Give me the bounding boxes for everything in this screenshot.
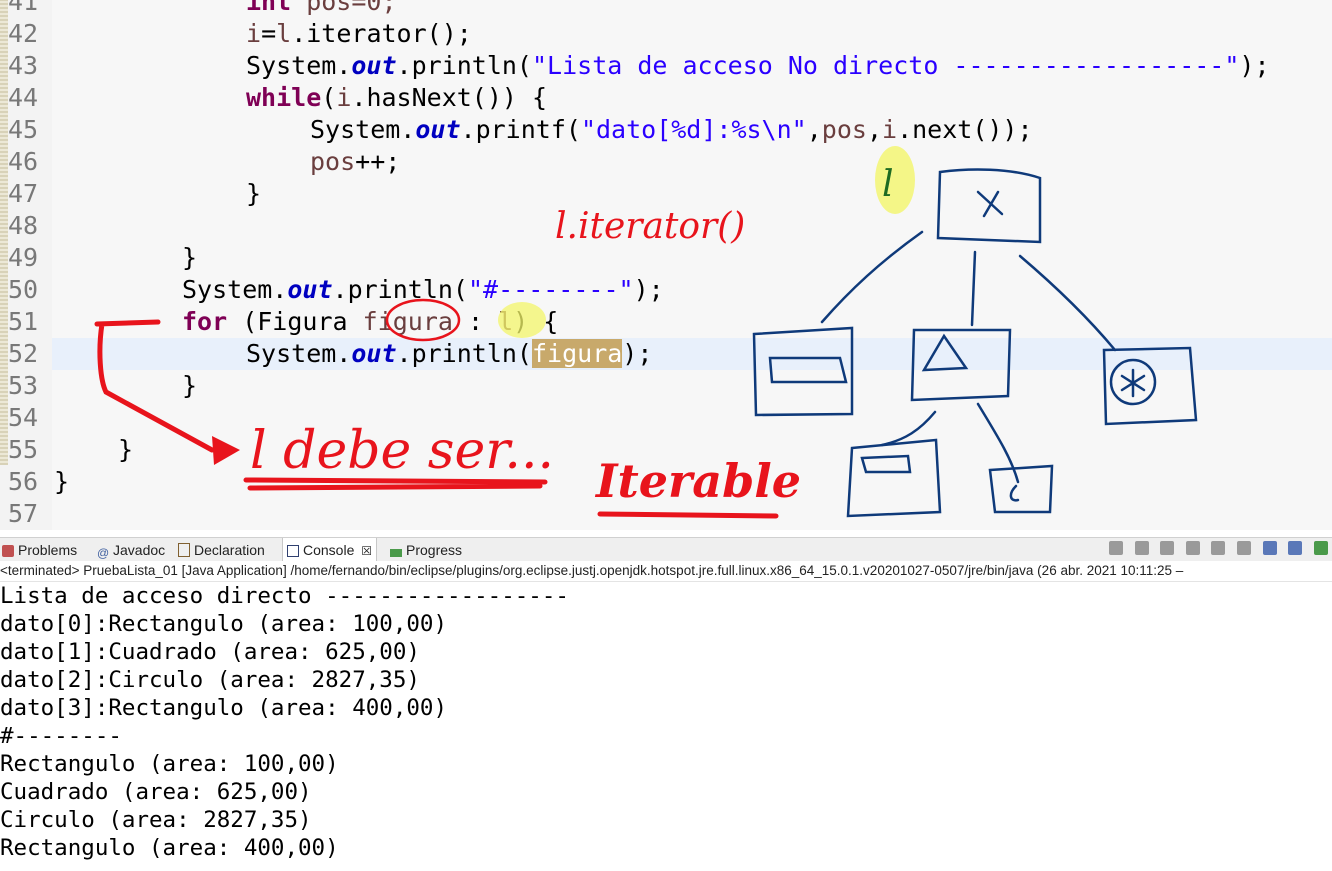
console-icon: [287, 545, 299, 557]
remove-launch-icon[interactable]: [1134, 541, 1149, 555]
code-line-55: }: [118, 435, 134, 464]
console-line: Rectangulo (area: 100,00): [0, 751, 339, 777]
tab-console[interactable]: Console ☒: [282, 538, 378, 562]
line-number: 43: [8, 51, 39, 80]
red-underline-iterable: [597, 511, 779, 519]
tab-problems[interactable]: Problems: [2, 538, 77, 562]
line-number: 51: [8, 307, 39, 336]
handwritten-debe-ser: l debe ser...: [250, 421, 554, 481]
code-line-41: int pos=0;: [246, 0, 397, 16]
line-number: 56: [8, 467, 39, 496]
console-line: Circulo (area: 2827,35): [0, 807, 312, 833]
line-number: 54: [8, 403, 39, 432]
console-line: Rectangulo (area: 400,00): [0, 835, 339, 861]
open-console-icon[interactable]: [1314, 541, 1328, 555]
code-line-56: }: [54, 467, 70, 496]
tab-progress[interactable]: Progress: [390, 538, 462, 562]
code-line-44: while(i.hasNext()) {: [246, 83, 548, 112]
code-line-49: }: [182, 243, 198, 272]
line-number: 45: [8, 115, 39, 144]
tab-declaration[interactable]: Declaration: [178, 538, 265, 562]
problems-icon: [2, 545, 14, 557]
declaration-icon: [178, 543, 190, 557]
console-output[interactable]: Lista de acceso directo ----------------…: [0, 582, 1332, 871]
code-editor[interactable]: 41 42 43 44 45 46 47 48 49 50 51 52 53 5…: [0, 0, 1332, 530]
current-line-highlight: [52, 338, 1332, 370]
console-line: Cuadrado (area: 625,00): [0, 779, 312, 805]
selected-occurrence: figura: [531, 339, 623, 368]
console-line: dato[2]:Circulo (area: 2827,35): [0, 667, 420, 693]
line-number: 41: [8, 0, 39, 16]
line-number: 49: [8, 243, 39, 272]
console-line: dato[0]:Rectangulo (area: 100,00): [0, 611, 448, 637]
code-line-52: System.out.println(figura);: [246, 339, 653, 368]
terminate-icon[interactable]: [1108, 541, 1123, 555]
code-line-47: }: [246, 179, 262, 208]
remove-all-terminated-icon[interactable]: [1160, 541, 1175, 555]
console-toolbar: [1107, 540, 1328, 558]
code-line-46: pos++;: [310, 147, 401, 176]
red-arrow-head: [212, 436, 240, 465]
tree-diagram: [752, 146, 1198, 518]
line-number: 42: [8, 19, 39, 48]
javadoc-icon: @: [97, 546, 110, 560]
tab-javadoc[interactable]: @ Javadoc: [97, 538, 165, 562]
console-line: dato[1]:Cuadrado (area: 625,00): [0, 639, 420, 665]
console-line: #--------: [0, 723, 122, 749]
pin-console-icon[interactable]: [1262, 541, 1277, 555]
line-number: 52: [8, 339, 39, 368]
line-number: 53: [8, 371, 39, 400]
code-line-45: System.out.printf("dato[%d]:%s\n",pos,i.…: [310, 115, 1033, 144]
line-number: 46: [8, 147, 39, 176]
code-line-51: for (Figura figura : l) {: [182, 307, 559, 336]
line-number: 57: [8, 499, 39, 528]
handwritten-iterator-note: l.iterator(): [555, 206, 745, 247]
line-number: 50: [8, 275, 39, 304]
console-line: Lista de acceso directo ----------------…: [0, 583, 569, 609]
code-line-42: i=l.iterator();: [246, 19, 472, 48]
close-icon[interactable]: ☒: [361, 544, 372, 558]
handwritten-iterable: Iterable: [594, 454, 801, 508]
console-line: dato[3]:Rectangulo (area: 400,00): [0, 695, 448, 721]
clear-console-icon[interactable]: [1185, 541, 1200, 555]
line-number-gutter: 41 42 43 44 45 46 47 48 49 50 51 52 53 5…: [0, 0, 52, 530]
red-underline: [243, 477, 548, 491]
line-number: 55: [8, 435, 39, 464]
code-line-50: System.out.println("#--------");: [182, 275, 664, 304]
display-selected-console-icon[interactable]: [1288, 541, 1303, 555]
line-number: 44: [8, 83, 39, 112]
line-number: 47: [8, 179, 39, 208]
line-number: 48: [8, 211, 39, 240]
handwritten-tree-root-label: l: [882, 164, 894, 205]
word-wrap-icon[interactable]: [1237, 541, 1252, 555]
code-line-43: System.out.println("Lista de acceso No d…: [246, 51, 1270, 80]
code-line-53: }: [182, 371, 198, 400]
scroll-lock-icon[interactable]: [1211, 541, 1226, 555]
gutter-change-stripe: [0, 0, 8, 465]
progress-icon: [390, 549, 402, 557]
console-launch-status: <terminated> PruebaLista_01 [Java Applic…: [0, 561, 1332, 582]
